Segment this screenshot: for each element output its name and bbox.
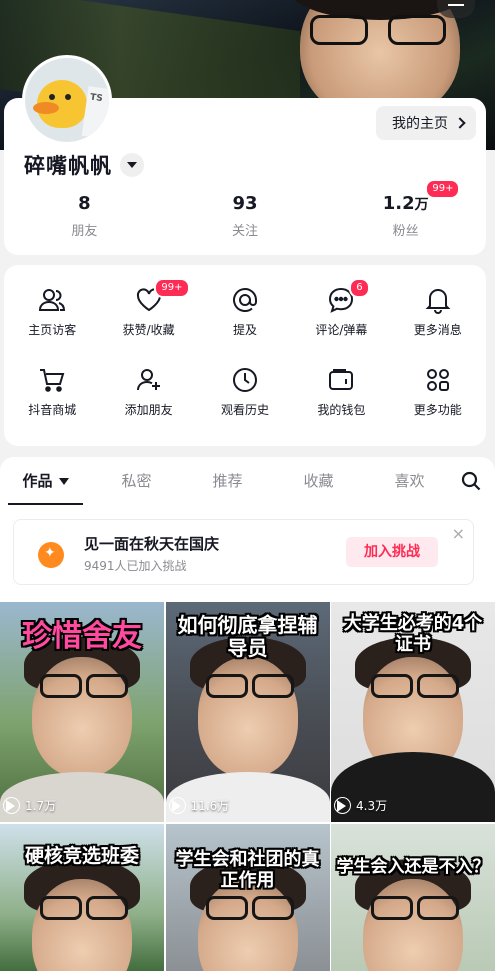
tool-more-functions-label: 更多功能 (413, 403, 462, 417)
challenge-banner[interactable]: 见一面在秋天在国庆 9491人已加入挑战 加入挑战 × (13, 519, 474, 585)
visitors-icon (37, 285, 67, 315)
video-thumbnail[interactable]: 如何彻底拿捏辅导员 11.6万 (165, 602, 330, 822)
video-caption: 如何彻底拿捏辅导员 (177, 613, 318, 660)
video-grid: 珍惜舍友 1.7万 如何彻底拿捏辅导员 11.6万 大学生必考的4个证书 4.3… (0, 602, 495, 971)
play-count-text: 11.6万 (190, 799, 230, 813)
avatar[interactable]: TS (22, 55, 112, 145)
stat-followers-label: 粉丝 (392, 224, 419, 239)
caret-down-icon (58, 478, 69, 485)
stats-row: 8 朋友 93 关注 1.2万 粉丝 99+ (4, 179, 486, 239)
tool-wallet-label: 我的钱包 (317, 403, 366, 417)
tool-mentions-label: 提及 (232, 323, 257, 337)
tab-private-label: 私密 (121, 472, 152, 490)
nickname[interactable]: 碎嘴帆帆 (24, 150, 144, 180)
challenge-icon (38, 542, 64, 568)
tool-more-messages[interactable]: 更多消息 (390, 285, 486, 338)
tool-watch-history[interactable]: 观看历史 (197, 365, 293, 418)
tool-add-friend-label: 添加朋友 (124, 403, 173, 417)
play-count: 1.7万 (3, 796, 57, 814)
close-icon[interactable]: × (452, 524, 465, 543)
content-section: 作品 私密 推荐 收藏 喜欢 见一面在秋天在国庆 9491人已加入挑战 加入挑战… (0, 457, 495, 971)
tool-mall[interactable]: 抖音商城 (4, 365, 100, 418)
chevron-down-icon[interactable] (120, 153, 144, 177)
video-caption: 硬核竞选班委 (24, 845, 139, 867)
video-thumbnail[interactable]: 学生会和社团的真正作用 (165, 824, 330, 971)
play-count: 11.6万 (168, 796, 230, 814)
challenge-title: 见一面在秋天在国庆 (84, 535, 220, 553)
tools-card: 主页访客 获赞/收藏 99+ 提及 评论/弹幕 6 更多消息 抖音商城 添加朋友… (4, 265, 486, 446)
play-icon (168, 796, 186, 814)
nickname-text: 碎嘴帆帆 (24, 154, 112, 178)
tool-more-messages-label: 更多消息 (413, 323, 462, 337)
chevron-right-icon (454, 117, 466, 129)
likes-badge: 99+ (154, 278, 190, 298)
video-thumbnail[interactable]: 学生会入还是不入？ (331, 824, 495, 971)
add-friend-icon (134, 365, 164, 395)
play-icon (334, 796, 351, 814)
tool-likes[interactable]: 获赞/收藏 99+ (100, 278, 196, 338)
tool-comments[interactable]: 评论/弹幕 6 (293, 278, 389, 338)
at-icon (230, 285, 260, 315)
tab-works-label: 作品 (22, 472, 53, 490)
stat-followers-unit: 万 (414, 197, 429, 213)
video-caption: 学生会和社团的真正作用 (175, 849, 320, 891)
cart-icon (37, 365, 67, 395)
video-thumbnail[interactable]: 大学生必考的4个证书 4.3万 (331, 602, 495, 822)
stat-following-label: 关注 (232, 224, 259, 239)
followers-badge: 99+ (425, 179, 461, 199)
grid-icon (423, 365, 453, 395)
play-count-text: 1.7万 (25, 799, 57, 813)
my-homepage-label: 我的主页 (392, 116, 448, 132)
tab-likes-label: 喜欢 (394, 472, 425, 490)
play-count-text: 4.3万 (356, 799, 388, 813)
tool-add-friend[interactable]: 添加朋友 (100, 365, 196, 418)
tool-likes-label: 获赞/收藏 (122, 323, 175, 337)
tool-visitors-label: 主页访客 (28, 323, 77, 337)
join-challenge-button[interactable]: 加入挑战 (346, 537, 438, 567)
play-icon (3, 796, 20, 814)
video-thumbnail[interactable]: 硬核竞选班委 (0, 824, 164, 971)
my-homepage-button[interactable]: 我的主页 (376, 106, 476, 140)
play-count: 4.3万 (334, 796, 388, 814)
tool-comments-label: 评论/弹幕 (315, 323, 368, 337)
tab-private[interactable]: 私密 (91, 457, 182, 505)
search-icon[interactable] (461, 471, 481, 491)
tool-mall-label: 抖音商城 (28, 403, 77, 417)
stat-following[interactable]: 93 关注 (165, 193, 326, 239)
stat-followers-count: 1.2 (382, 193, 415, 214)
video-caption: 珍惜舍友 (22, 619, 142, 654)
stat-following-count: 93 (232, 193, 258, 214)
stat-friends-label: 朋友 (71, 224, 98, 239)
video-caption: 大学生必考的4个证书 (343, 613, 483, 655)
challenge-subtitle: 9491人已加入挑战 (84, 559, 187, 573)
stat-friends-count: 8 (78, 193, 91, 214)
tab-recommend[interactable]: 推荐 (182, 457, 273, 505)
stat-friends[interactable]: 8 朋友 (4, 193, 165, 239)
tab-favorites[interactable]: 收藏 (273, 457, 364, 505)
tool-wallet[interactable]: 我的钱包 (293, 365, 389, 418)
tool-visitors[interactable]: 主页访客 (4, 285, 100, 338)
wallet-icon (326, 365, 356, 395)
clock-icon (230, 365, 260, 395)
tab-likes[interactable]: 喜欢 (364, 457, 455, 505)
tab-recommend-label: 推荐 (212, 472, 243, 490)
video-caption: 学生会入还是不入？ (336, 857, 490, 877)
tab-bar: 作品 私密 推荐 收藏 喜欢 (0, 457, 495, 505)
avatar-card-text: TS (81, 86, 109, 140)
comments-badge: 6 (349, 278, 370, 298)
video-thumbnail[interactable]: 珍惜舍友 1.7万 (0, 602, 164, 822)
tool-more-functions[interactable]: 更多功能 (390, 365, 486, 418)
tool-mentions[interactable]: 提及 (197, 285, 293, 338)
stat-followers[interactable]: 1.2万 粉丝 99+ (325, 179, 486, 239)
tool-watch-history-label: 观看历史 (220, 403, 269, 417)
tab-favorites-label: 收藏 (303, 472, 334, 490)
bell-icon (423, 285, 453, 315)
tab-works[interactable]: 作品 (0, 457, 91, 505)
